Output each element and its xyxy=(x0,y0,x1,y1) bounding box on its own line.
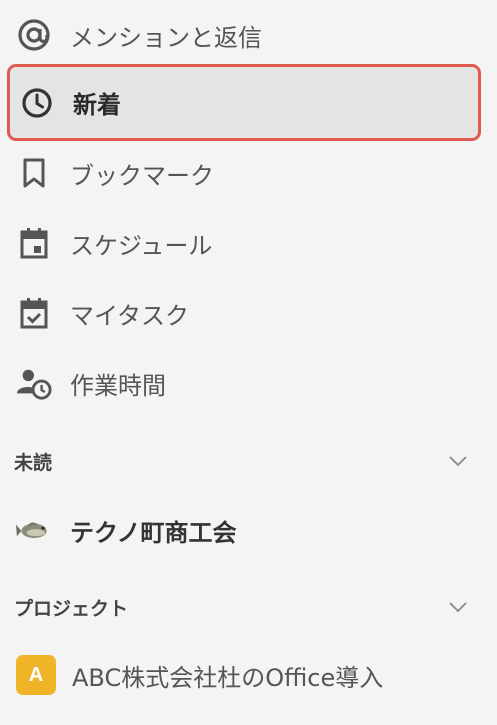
section-title-projects: プロジェクト xyxy=(14,597,129,620)
nav-label-schedule: スケジュール xyxy=(70,231,213,260)
nav-label-bookmarks: ブックマーク xyxy=(70,161,214,190)
clock-icon xyxy=(19,85,55,121)
section-header-projects[interactable]: プロジェクト xyxy=(0,587,497,627)
section-header-unread[interactable]: 未読 xyxy=(0,441,497,481)
nav-label-new: 新着 xyxy=(73,91,121,119)
nav-item-work-hours[interactable]: 作業時間 xyxy=(0,348,497,418)
nav-label-work-hours: 作業時間 xyxy=(70,371,166,400)
chevron-down-icon[interactable] xyxy=(447,596,469,618)
nav-item-schedule[interactable]: スケジュール xyxy=(0,208,497,278)
calendar-check-icon xyxy=(16,295,52,331)
user-clock-icon xyxy=(16,365,52,401)
section-title-unread: 未読 xyxy=(14,451,53,474)
channel-name: テクノ町商工会 xyxy=(70,518,237,547)
project-badge: A xyxy=(16,655,56,695)
nav-item-my-tasks[interactable]: マイタスク xyxy=(0,278,497,348)
project-item[interactable]: A ABC株式会社杜のOffice導入 xyxy=(0,640,497,710)
at-sign-icon xyxy=(16,17,52,53)
nav-label-mentions: メンションと返信 xyxy=(70,23,262,52)
nav-item-new[interactable]: 新着 xyxy=(7,64,481,141)
nav-label-my-tasks: マイタスク xyxy=(70,301,190,330)
calendar-icon xyxy=(16,225,52,261)
project-name: ABC株式会社杜のOffice導入 xyxy=(72,663,384,692)
nav-item-bookmarks[interactable]: ブックマーク xyxy=(0,138,497,208)
chevron-down-icon[interactable] xyxy=(447,450,469,472)
bookmark-icon xyxy=(16,155,52,191)
channel-item[interactable]: テクノ町商工会 xyxy=(0,495,497,565)
nav-item-mentions[interactable]: メンションと返信 xyxy=(0,0,497,70)
fish-icon xyxy=(16,512,52,548)
